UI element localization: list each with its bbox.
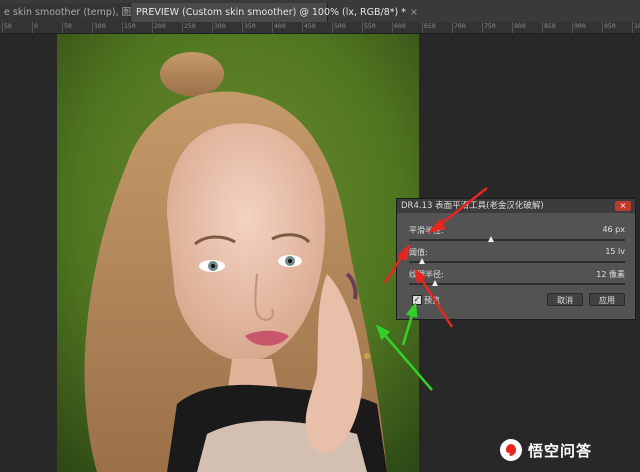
ruler-tick xyxy=(362,22,363,33)
ruler-label: 800 xyxy=(514,22,526,30)
smooth-radius-label: 平滑半径: xyxy=(409,226,444,235)
watermark: 悟空问答 xyxy=(500,436,592,464)
ruler-label: 700 xyxy=(454,22,466,30)
preview-checkbox[interactable]: ✓ xyxy=(412,295,422,305)
ruler-tick xyxy=(212,22,213,33)
threshold-label: 阈值: xyxy=(409,248,428,257)
cancel-button[interactable]: 取消 xyxy=(547,293,583,306)
skin-smoother-dialog: DR4.13 表面平滑工具(老金汉化破解) × 平滑半径: 46 px 阈值: … xyxy=(396,198,636,320)
ruler-tick xyxy=(332,22,333,33)
ruler-tick xyxy=(482,22,483,33)
texture-radius-label: 纹理半径: xyxy=(409,270,444,279)
ruler-tick xyxy=(512,22,513,33)
ruler-tick xyxy=(632,22,633,33)
ruler-label: 350 xyxy=(244,22,256,30)
ruler-label: 450 xyxy=(304,22,316,30)
ruler-tick xyxy=(92,22,93,33)
ruler-tick xyxy=(422,22,423,33)
document-tab-bar: e skin smoother (temp), 图层蒙版/8) *× PREVI… xyxy=(0,0,640,23)
smooth-radius-value: 46 px xyxy=(602,225,625,234)
ruler-label: 750 xyxy=(484,22,496,30)
ruler-tick xyxy=(572,22,573,33)
watermark-text: 悟空问答 xyxy=(528,441,593,460)
ruler-tick xyxy=(62,22,63,33)
tab-close-icon[interactable]: × xyxy=(410,7,418,18)
ruler-label: 950 xyxy=(604,22,616,30)
ruler-tick xyxy=(242,22,243,33)
ruler-label: 600 xyxy=(394,22,406,30)
ruler-label: 500 xyxy=(334,22,346,30)
ruler-tick xyxy=(2,22,3,33)
slider-thumb[interactable] xyxy=(431,280,438,286)
portrait-photo xyxy=(57,34,419,472)
ruler-label: 850 xyxy=(544,22,556,30)
tab-label: PREVIEW (Custom skin smoother) @ 100% (l… xyxy=(136,7,407,18)
texture-radius-slider[interactable] xyxy=(409,280,625,286)
ruler-label: 0 xyxy=(34,22,38,30)
ruler-label: 200 xyxy=(154,22,166,30)
ruler-tick xyxy=(32,22,33,33)
preview-label: 预览 xyxy=(424,296,440,305)
texture-radius-value: 12 像素 xyxy=(596,270,625,279)
tab-preview[interactable]: PREVIEW (Custom skin smoother) @ 100% (l… xyxy=(132,3,418,22)
slider-thumb[interactable] xyxy=(418,258,425,264)
ruler-label: 50 xyxy=(64,22,72,30)
tab-skin-smoother-temp[interactable]: e skin smoother (temp), 图层蒙版/8) *× xyxy=(0,3,192,22)
dialog-title: DR4.13 表面平滑工具(老金汉化破解) xyxy=(397,199,635,213)
smooth-radius-slider[interactable] xyxy=(409,236,625,242)
ruler-label: 1000 xyxy=(634,22,640,30)
ruler-label: 400 xyxy=(274,22,286,30)
apply-button[interactable]: 应用 xyxy=(589,293,625,306)
ruler-tick xyxy=(152,22,153,33)
ruler-label: 100 xyxy=(94,22,106,30)
ruler-tick xyxy=(302,22,303,33)
ruler-tick xyxy=(122,22,123,33)
close-icon[interactable]: × xyxy=(615,201,631,211)
threshold-slider[interactable] xyxy=(409,258,625,264)
ruler-label: 250 xyxy=(184,22,196,30)
wukong-logo-icon xyxy=(500,439,522,461)
horizontal-ruler: 50 0 50 100 150 200 250 300 350 400 450 500 550 600 65… xyxy=(0,22,640,34)
ruler-label: 650 xyxy=(424,22,436,30)
portrait-image xyxy=(57,34,419,472)
ruler-label: 150 xyxy=(124,22,136,30)
ruler-tick xyxy=(602,22,603,33)
ruler-label: 550 xyxy=(364,22,376,30)
threshold-value: 15 lv xyxy=(605,247,625,256)
ruler-tick xyxy=(182,22,183,33)
ruler-tick xyxy=(452,22,453,33)
ruler-tick xyxy=(392,22,393,33)
ruler-label: 300 xyxy=(214,22,226,30)
ruler-label: 50 xyxy=(4,22,12,30)
ruler-tick xyxy=(542,22,543,33)
ruler-tick xyxy=(272,22,273,33)
ruler-label: 900 xyxy=(574,22,586,30)
slider-thumb[interactable] xyxy=(488,236,495,242)
